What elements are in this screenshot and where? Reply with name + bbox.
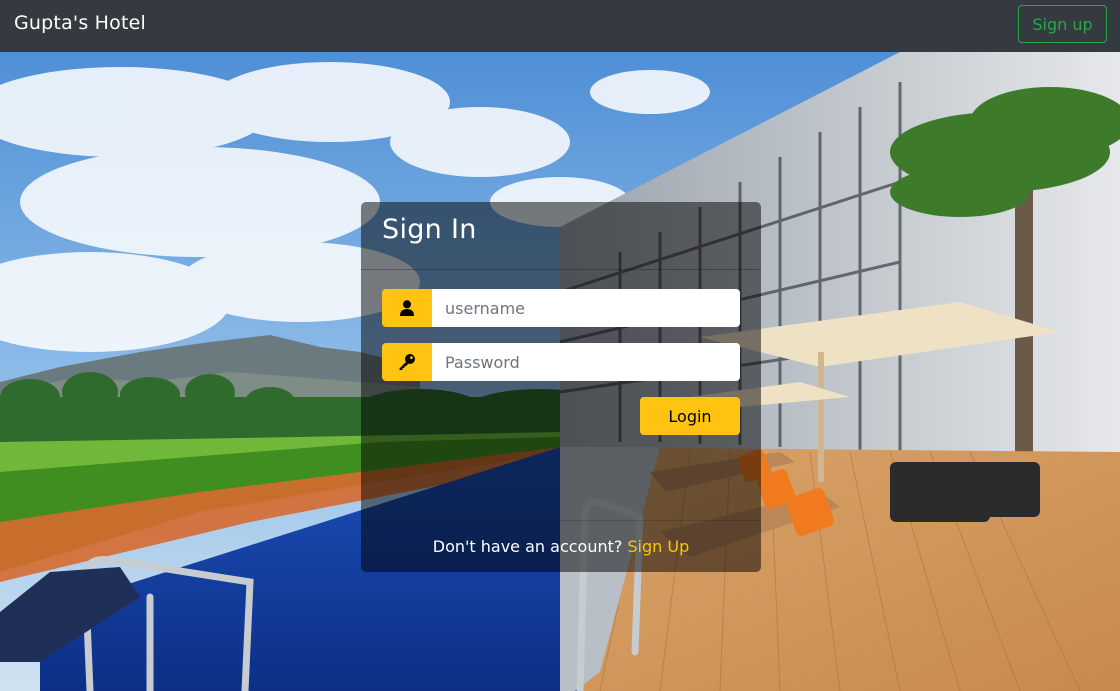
- login-button[interactable]: Login: [640, 397, 740, 435]
- password-input-group: [382, 343, 740, 381]
- card-footer: Don't have an account? Sign Up: [361, 520, 761, 572]
- login-card: Sign In Login Don't have an account? Sig…: [361, 202, 761, 572]
- card-title: Sign In: [382, 214, 477, 245]
- username-input[interactable]: [432, 289, 740, 327]
- password-input[interactable]: [432, 343, 740, 381]
- nav-signup-button[interactable]: Sign up: [1018, 5, 1107, 43]
- card-header: Sign In: [361, 202, 761, 270]
- username-input-group: [382, 289, 740, 327]
- navbar: Gupta's Hotel Sign up: [0, 0, 1120, 52]
- brand-link[interactable]: Gupta's Hotel: [14, 12, 146, 34]
- signup-link[interactable]: Sign Up: [627, 537, 689, 556]
- key-icon: [382, 343, 432, 381]
- signup-prompt-text: Don't have an account?: [432, 537, 623, 556]
- user-icon: [382, 289, 432, 327]
